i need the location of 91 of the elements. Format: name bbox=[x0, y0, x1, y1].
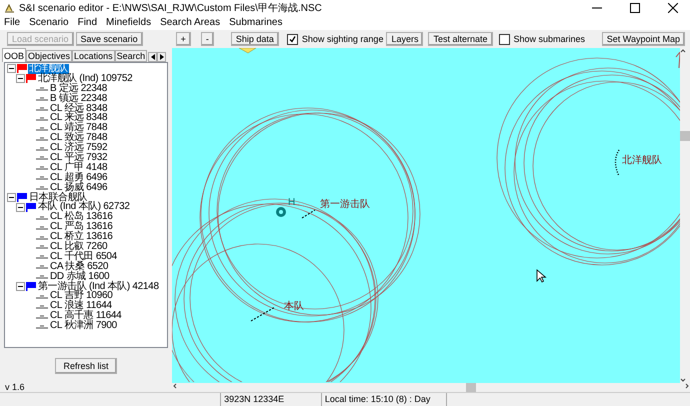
expander-icon[interactable] bbox=[16, 202, 25, 212]
menu-item[interactable]: Search Areas bbox=[160, 17, 220, 28]
ship-icon bbox=[36, 175, 48, 180]
ship-icon bbox=[36, 86, 48, 92]
ship-icon bbox=[36, 314, 48, 319]
expander-icon[interactable] bbox=[7, 193, 16, 202]
tree-item[interactable]: CL 济远 7592 bbox=[49, 143, 108, 154]
status-time: Local time: 15:10 (8) : Day bbox=[320, 393, 446, 406]
group-label: 第一游击队 bbox=[320, 200, 370, 210]
scroll-thumb[interactable] bbox=[466, 383, 476, 392]
toolbar-button[interactable]: Layers bbox=[386, 32, 424, 46]
tree-item[interactable]: 本队 (Ind 本队) 62732 bbox=[37, 202, 131, 212]
tree-item[interactable]: CL 扬威 6496 bbox=[49, 182, 108, 193]
tree-item[interactable]: B 镇远 22348 bbox=[49, 94, 108, 104]
tree-item[interactable]: 第一游击队 (Ind 本队) 42148 bbox=[37, 282, 160, 292]
north-arrow-icon bbox=[676, 52, 680, 68]
toolbar-button[interactable]: Test alternate bbox=[428, 32, 492, 46]
ship-icon bbox=[36, 116, 48, 121]
tree-item[interactable]: DD 赤城 1600 bbox=[49, 272, 110, 282]
app-icon bbox=[4, 2, 15, 12]
cursor-icon bbox=[536, 269, 547, 283]
tab[interactable]: Search bbox=[114, 50, 148, 62]
toolbar-button[interactable]: Set Waypoint Map bbox=[602, 32, 685, 46]
ship-icon bbox=[36, 304, 48, 309]
tree-item[interactable]: CL 松岛 13616 bbox=[49, 212, 114, 222]
ship-icon bbox=[36, 136, 48, 141]
ship-icon bbox=[36, 214, 48, 220]
tree-item[interactable]: B 定远 22348 bbox=[49, 84, 108, 94]
tab[interactable]: Objectives bbox=[26, 50, 72, 62]
ship-icon bbox=[36, 254, 48, 260]
check-icon bbox=[288, 36, 296, 42]
tab[interactable]: OOB bbox=[2, 48, 26, 62]
expander-icon[interactable] bbox=[16, 74, 25, 84]
menu-item[interactable]: Scenario bbox=[29, 17, 69, 28]
ship-icon bbox=[36, 165, 48, 170]
ship-icon bbox=[36, 324, 48, 329]
checkbox[interactable]: Show sighting range bbox=[286, 34, 384, 44]
tree-item[interactable]: 北洋舰队 (Ind) 109752 bbox=[37, 74, 134, 84]
tab-scroll-left-button[interactable] bbox=[148, 52, 158, 62]
ship-icon bbox=[36, 185, 48, 190]
maximize-icon bbox=[630, 2, 640, 12]
ship-icon bbox=[36, 264, 48, 270]
ship-icon bbox=[36, 96, 48, 102]
status-coordinates: 3923N 12334E bbox=[220, 393, 321, 406]
group-label: 北洋舰队 bbox=[622, 156, 662, 166]
tree-item[interactable]: CL 广甲 4148 bbox=[49, 162, 108, 173]
marker-shape bbox=[238, 48, 256, 54]
close-icon bbox=[668, 2, 678, 12]
toolbar-button[interactable]: - bbox=[200, 32, 214, 46]
heading-line bbox=[250, 306, 276, 322]
ship-icon bbox=[36, 224, 48, 230]
scroll-thumb[interactable] bbox=[680, 130, 690, 140]
ship-icon bbox=[36, 244, 48, 250]
menu-item[interactable]: Find bbox=[78, 17, 98, 28]
tree-item[interactable]: CL 比叡 7260 bbox=[49, 242, 108, 252]
menu-item[interactable]: Minefields bbox=[106, 17, 152, 28]
tab-scroll-right-button[interactable] bbox=[157, 52, 166, 62]
ship-icon bbox=[36, 155, 48, 160]
tree-item[interactable]: CL 千代田 6504 bbox=[49, 252, 118, 262]
expander-icon[interactable] bbox=[16, 282, 25, 292]
expander-icon[interactable] bbox=[7, 64, 16, 74]
ship-icon bbox=[36, 234, 48, 240]
scroll-down-button[interactable] bbox=[680, 377, 686, 383]
menu-item[interactable]: File bbox=[4, 17, 20, 28]
window-title: S&I scenario editor - E:\NWS\SAI_RJW\Custom Files\甲午海战.NSC bbox=[19, 2, 323, 14]
tree-item[interactable]: CL 秋津洲 7900 bbox=[49, 321, 118, 332]
tree-item[interactable]: CL 靖远 7848 bbox=[49, 123, 108, 134]
refresh-button[interactable]: Refresh list bbox=[55, 358, 116, 374]
ship-icon bbox=[36, 146, 48, 151]
menu-item[interactable]: Submarines bbox=[229, 17, 282, 28]
checkbox[interactable]: Show submarines bbox=[498, 34, 586, 44]
tree-item[interactable]: CL 平远 7932 bbox=[49, 152, 108, 163]
ship-icon bbox=[36, 106, 48, 111]
tree-item[interactable]: CL 严岛 13616 bbox=[49, 222, 114, 232]
toolbar-button[interactable]: Save scenario bbox=[76, 32, 143, 46]
scroll-up-button[interactable] bbox=[680, 48, 686, 54]
scroll-left-button[interactable] bbox=[172, 383, 178, 389]
heading-arc bbox=[614, 150, 620, 176]
tree-item[interactable]: 日本联合舰队 bbox=[28, 192, 88, 203]
tree-item[interactable]: CA 扶桑 6520 bbox=[49, 262, 110, 272]
scroll-right-button[interactable] bbox=[684, 383, 690, 389]
ship-icon bbox=[36, 274, 48, 280]
ship-marker-icon bbox=[276, 207, 286, 217]
tree-item[interactable]: CL 超勇 6496 bbox=[49, 172, 108, 183]
toolbar-button[interactable]: Ship data bbox=[230, 32, 279, 46]
version-label: v 1.6 bbox=[5, 382, 25, 392]
tab[interactable]: Locations bbox=[72, 50, 115, 62]
toolbar-button[interactable]: + bbox=[176, 32, 191, 46]
ship-icon bbox=[36, 126, 48, 131]
heading-line bbox=[302, 210, 316, 218]
ship-icon bbox=[36, 294, 48, 299]
